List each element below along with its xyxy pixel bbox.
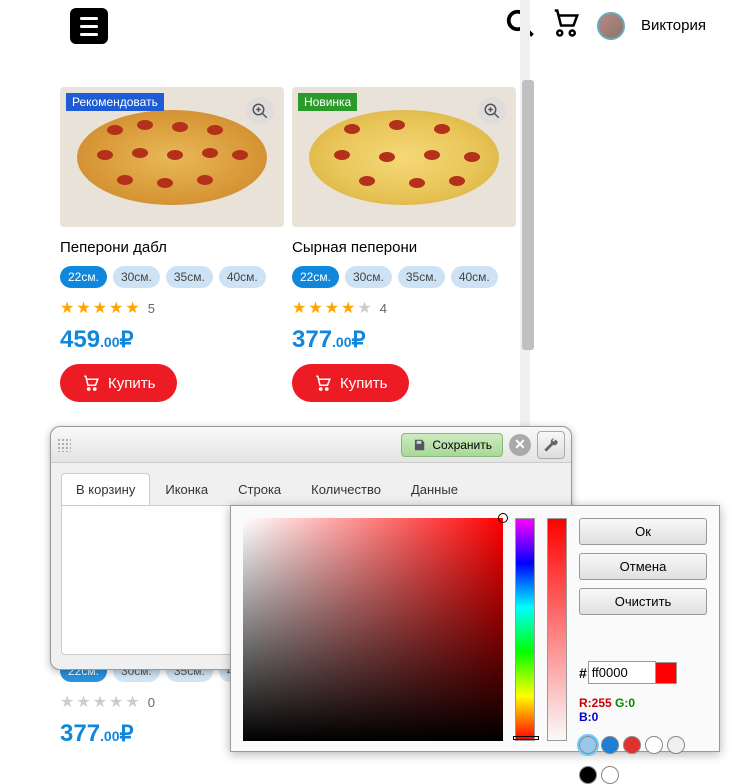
rating-count: 0: [148, 695, 155, 710]
star-icon: ★: [357, 298, 371, 318]
star-icon: ★: [93, 298, 107, 318]
swatch[interactable]: [579, 736, 597, 754]
size-option[interactable]: 30см.: [345, 266, 392, 288]
star-icon: ★: [325, 298, 339, 318]
star-icon: ★: [60, 692, 74, 712]
size-option[interactable]: 35см.: [166, 266, 213, 288]
product-price: 377.00₽: [292, 326, 516, 354]
hue-cursor[interactable]: [513, 736, 539, 740]
swatch[interactable]: [579, 766, 597, 784]
swatch[interactable]: [623, 736, 641, 754]
hash-label: #: [579, 665, 587, 681]
username-label: Виктория: [641, 17, 706, 34]
drag-handle[interactable]: [57, 438, 71, 452]
star-icon: ★: [341, 298, 355, 318]
ok-button[interactable]: Ок: [579, 518, 707, 545]
badge-recommend: Рекомендовать: [66, 93, 164, 111]
star-icon: ★: [292, 298, 306, 318]
clear-button[interactable]: Очистить: [579, 588, 707, 615]
product-card: Новинка Сырная пеперони 22см. 30см. 35см…: [292, 87, 516, 402]
tab-quantity[interactable]: Количество: [296, 473, 396, 505]
hex-input[interactable]: [588, 661, 656, 684]
zoom-icon[interactable]: [246, 97, 274, 125]
star-icon: ★: [308, 298, 322, 318]
size-option[interactable]: 22см.: [60, 266, 107, 288]
cancel-button[interactable]: Отмена: [579, 553, 707, 580]
close-icon[interactable]: ✕: [509, 434, 531, 456]
hex-input-row: #: [579, 661, 707, 684]
color-picker-controls: Ок Отмена Очистить # R:255 G:0 B:0: [579, 518, 707, 739]
color-preview: [655, 662, 677, 684]
size-option[interactable]: 40см.: [451, 266, 498, 288]
rgb-readout: R:255 G:0 B:0: [579, 696, 707, 724]
product-card: Рекомендовать Пеперони дабл 22см. 30см. …: [60, 87, 284, 402]
swatch[interactable]: [645, 736, 663, 754]
app-header: Виктория: [0, 0, 736, 51]
size-option[interactable]: 35см.: [398, 266, 445, 288]
size-option[interactable]: 30см.: [113, 266, 160, 288]
rating-count: 4: [380, 301, 387, 316]
color-swatches-secondary: [579, 766, 707, 784]
size-option[interactable]: 22см.: [292, 266, 339, 288]
star-icon: ★: [60, 298, 74, 318]
star-icon: ★: [76, 692, 90, 712]
save-button[interactable]: Сохранить: [401, 433, 503, 457]
saturation-box[interactable]: [243, 518, 503, 741]
zoom-icon[interactable]: [478, 97, 506, 125]
editor-toolbar: Сохранить ✕: [51, 427, 571, 463]
product-title: Пеперони дабл: [60, 239, 284, 256]
saturation-cursor[interactable]: [498, 513, 508, 523]
swatch[interactable]: [601, 736, 619, 754]
avatar[interactable]: [597, 12, 625, 40]
star-icon: ★: [125, 692, 139, 712]
star-icon: ★: [109, 298, 123, 318]
tab-to-cart[interactable]: В корзину: [61, 473, 150, 505]
tab-string[interactable]: Строка: [223, 473, 296, 505]
rating-count: 5: [148, 301, 155, 316]
size-selector: 22см. 30см. 35см. 40см.: [292, 266, 516, 288]
alpha-slider[interactable]: [547, 518, 567, 741]
rating: ★★★★★ 5: [60, 298, 284, 318]
badge-new: Новинка: [298, 93, 357, 111]
hue-slider[interactable]: [515, 518, 535, 741]
scrollbar-thumb[interactable]: [522, 80, 534, 350]
color-swatches: [579, 736, 707, 754]
star-icon: ★: [76, 298, 90, 318]
menu-button[interactable]: [70, 8, 108, 44]
star-icon: ★: [109, 692, 123, 712]
rating: ★★★★★ 4: [292, 298, 516, 318]
size-option[interactable]: 40см.: [219, 266, 266, 288]
swatch[interactable]: [667, 736, 685, 754]
product-title: Сырная пеперони: [292, 239, 516, 256]
tab-icon[interactable]: Иконка: [150, 473, 223, 505]
buy-button[interactable]: Купить: [292, 364, 409, 402]
star-icon: ★: [93, 692, 107, 712]
editor-tabs: В корзину Иконка Строка Количество Данны…: [51, 463, 571, 505]
size-selector: 22см. 30см. 35см. 40см.: [60, 266, 284, 288]
color-picker: Ок Отмена Очистить # R:255 G:0 B:0: [230, 505, 720, 752]
tab-data[interactable]: Данные: [396, 473, 473, 505]
buy-button[interactable]: Купить: [60, 364, 177, 402]
swatch[interactable]: [601, 766, 619, 784]
settings-icon[interactable]: [537, 431, 565, 459]
product-price: 459.00₽: [60, 326, 284, 354]
product-grid: Рекомендовать Пеперони дабл 22см. 30см. …: [0, 51, 736, 412]
cart-icon[interactable]: [551, 8, 581, 43]
star-icon: ★: [125, 298, 139, 318]
